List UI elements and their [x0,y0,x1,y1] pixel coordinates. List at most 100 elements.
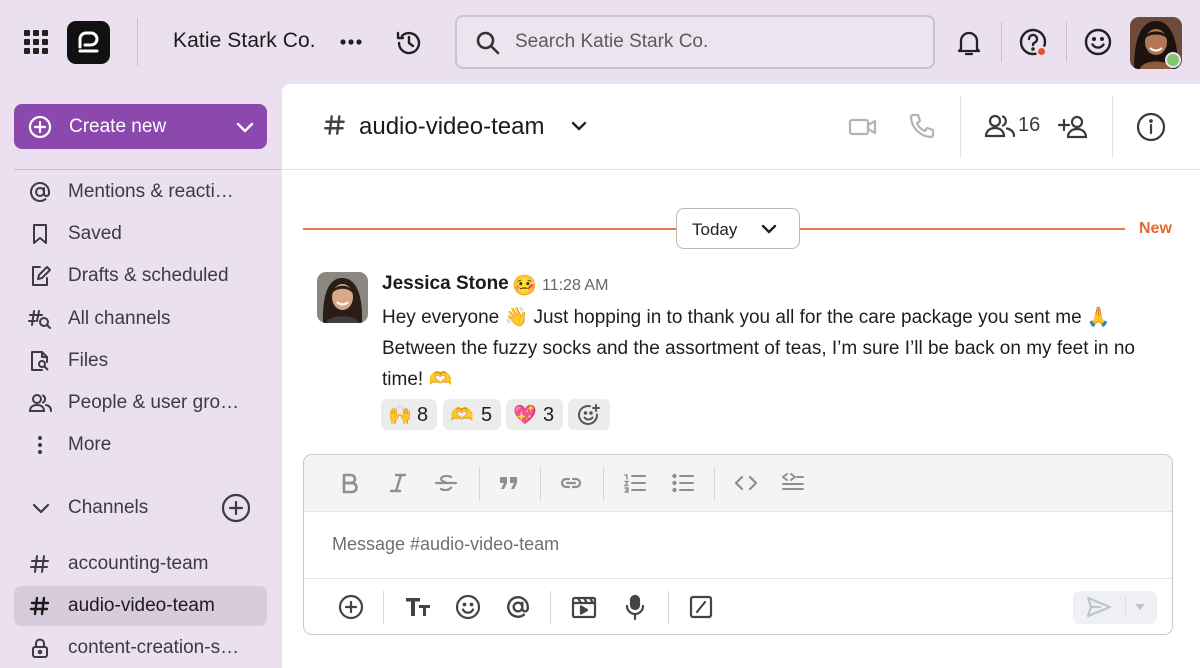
strikethrough-icon[interactable] [434,472,458,494]
message-text: Hey everyone 👋 Just hopping in to thank … [382,302,1172,395]
toolbar-divider [668,591,669,624]
send-divider [1125,597,1126,618]
code-block-icon[interactable] [781,472,805,494]
file-search-icon [31,351,49,371]
message-text-part: Between the fuzzy socks and the assortme… [382,338,1135,390]
reaction-chip[interactable]: 🙌 8 [381,399,437,430]
workspace-more-icon[interactable] [336,30,366,54]
sidebar-item-mentions[interactable]: Mentions & reacti… [14,172,267,212]
sidebar-item-label: Drafts & scheduled [68,265,229,286]
search-input[interactable] [515,25,915,59]
sidebar-channel-content-creation[interactable]: content-creation-s… [14,628,267,668]
app-logo[interactable] [67,21,110,64]
info-icon[interactable] [1136,112,1166,142]
history-icon[interactable] [394,28,424,58]
members-button[interactable]: 16 [984,111,1040,143]
toolbar-divider [383,591,384,624]
composer-actions [304,578,1172,634]
help-icon[interactable] [1018,27,1050,59]
video-call-icon[interactable] [848,114,878,140]
link-icon[interactable] [559,472,583,494]
people-icon [28,394,52,412]
sidebar-item-more[interactable]: More [14,425,267,465]
microphone-icon[interactable] [623,594,647,620]
add-channel-icon[interactable] [221,493,251,523]
attach-plus-icon[interactable] [338,594,364,620]
topbar-divider [1066,22,1067,62]
channel-title[interactable]: audio-video-team [359,113,544,141]
message-text-part: Just hopping in to thank you all for the… [528,307,1087,328]
send-button[interactable] [1073,591,1157,624]
chevron-down-icon[interactable] [570,118,588,134]
bullet-list-icon[interactable] [671,472,695,494]
reaction-chip[interactable]: 🫶 5 [443,399,501,430]
reaction-chip[interactable]: 💖 3 [506,399,563,430]
toolbar-divider [603,467,604,500]
channel-name: accounting-team [68,553,209,574]
sidebar-item-people[interactable]: People & user gro… [14,383,267,423]
at-icon [30,181,50,202]
reaction-emoji: 🫶 [450,404,474,426]
text-format-icon[interactable] [404,594,432,620]
emoji-icon[interactable] [455,594,481,620]
schedule-caret-icon[interactable] [1132,601,1148,613]
add-reaction-button[interactable] [568,399,610,430]
numbered-list-icon[interactable] [623,472,647,494]
workspace-name[interactable]: Katie Stark Co. [173,29,316,53]
header-divider [960,96,961,158]
bold-icon[interactable] [340,472,360,494]
create-new-label: Create new [69,116,167,137]
slash-command-icon[interactable] [689,594,713,620]
members-icon [984,114,1016,138]
sidebar-divider [14,169,281,170]
message-timestamp[interactable]: 11:28 AM [542,277,608,295]
new-messages-label: New [1139,220,1172,237]
sidebar-item-files[interactable]: Files [14,341,267,381]
create-new-button[interactable]: Create new [14,104,267,149]
reaction-count: 3 [543,404,555,426]
chevron-down-icon [761,224,777,234]
quote-icon[interactable] [498,472,520,494]
search-icon [476,31,500,55]
italic-icon[interactable] [388,472,408,494]
reaction-count: 5 [481,404,493,426]
message-input[interactable] [332,528,1152,560]
more-vertical-icon [38,436,42,454]
new-messages-line [800,228,1125,230]
sidebar-item-label: People & user gro… [68,392,240,413]
chevron-down-icon [236,122,254,133]
sidebar-item-drafts[interactable]: Drafts & scheduled [14,256,267,296]
search-bar[interactable] [455,15,935,69]
app-grid-icon[interactable] [24,30,48,54]
channels-heading[interactable]: Channels [68,497,148,519]
author-avatar[interactable] [317,272,368,323]
pray-emoji: 🙏 [1086,306,1111,328]
sidebar-item-saved[interactable]: Saved [14,214,267,254]
add-reaction-icon [578,404,600,425]
hash-icon [30,555,49,573]
mention-icon[interactable] [505,594,531,620]
toolbar-divider [540,467,541,500]
message-author[interactable]: Jessica Stone [382,273,509,295]
channel-header: audio-video-team 16 [282,84,1200,170]
add-member-icon[interactable] [1058,112,1092,142]
emoji-status-icon[interactable] [1083,27,1113,57]
video-clip-icon[interactable] [571,594,597,620]
sidebar-item-label: Mentions & reacti… [68,181,234,202]
chevron-down-icon[interactable] [30,498,52,518]
notification-dot [1036,46,1047,57]
date-jump-button[interactable]: Today [676,208,800,249]
notifications-bell-icon[interactable] [955,28,983,58]
message-composer [303,454,1173,635]
sidebar-channel-accounting-team[interactable]: accounting-team [14,544,267,584]
sidebar-item-label: Files [68,350,109,371]
new-messages-line [303,228,676,230]
reaction-count: 8 [417,404,429,426]
sidebar-item-all-channels[interactable]: All channels [14,299,267,339]
wave-emoji: 👋 [504,306,529,328]
phone-call-icon[interactable] [908,112,936,140]
sidebar-channel-audio-video-team[interactable]: audio-video-team [14,586,267,626]
code-icon[interactable] [734,472,758,494]
top-bar: Katie Stark Co. [0,0,1200,84]
topbar-divider [1001,22,1002,62]
